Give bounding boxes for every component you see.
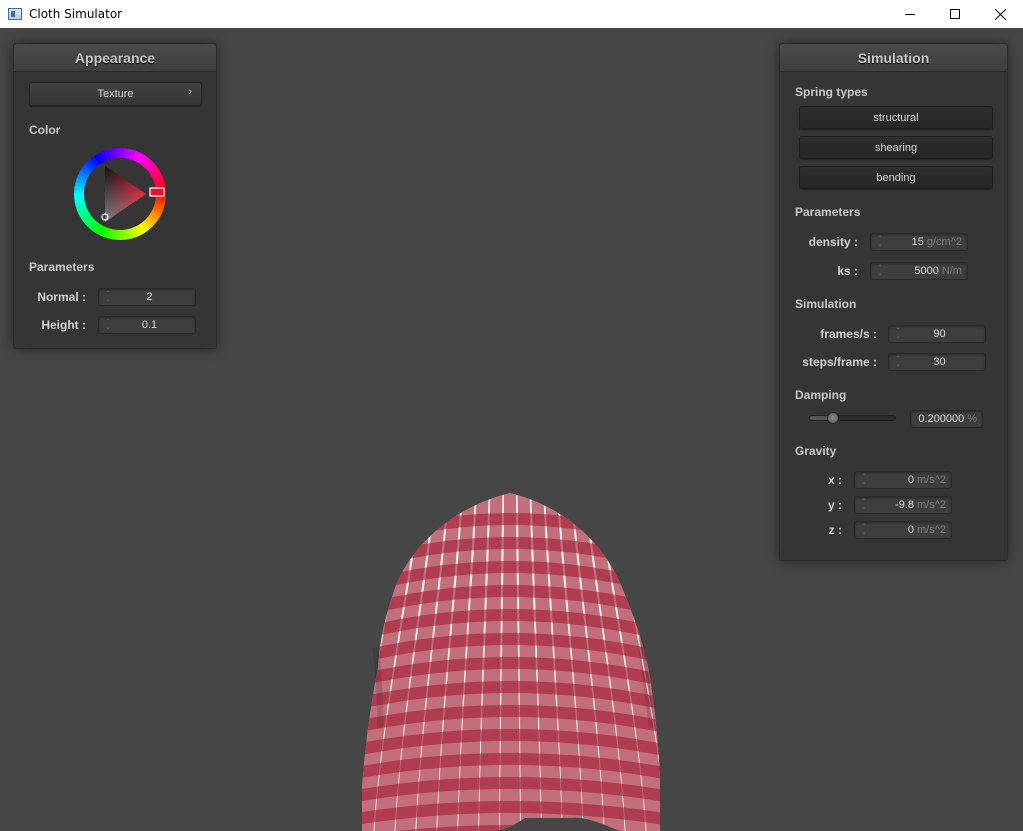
gravity-z-field[interactable]: ⌃ ⌄ 0 m/s^2 [854, 521, 952, 539]
simulation-section-label: Simulation [795, 297, 857, 311]
normal-value: 2 [146, 291, 153, 303]
height-label: Height : [41, 318, 86, 332]
close-button[interactable] [977, 0, 1023, 28]
density-value: 15 [911, 236, 924, 248]
height-value: 0.1 [141, 319, 158, 331]
spinner-icon[interactable]: ⌃ ⌄ [858, 497, 870, 513]
density-unit: g/cm^2 [926, 236, 962, 248]
ks-label: ks : [837, 264, 858, 278]
color-wheel[interactable] [72, 146, 168, 242]
app-window-icon [8, 8, 22, 20]
damping-label: Damping [795, 388, 847, 402]
sim-parameters-label: Parameters [795, 205, 861, 219]
spinner-icon[interactable]: ⌃ ⌄ [892, 354, 904, 370]
spinner-icon[interactable]: ⌃ ⌄ [874, 234, 886, 250]
density-label: density : [808, 235, 858, 249]
gravity-y-unit: m/s^2 [917, 499, 946, 511]
gravity-x-unit: m/s^2 [917, 474, 946, 486]
maximize-icon [950, 9, 960, 19]
title-bar: Cloth Simulator [0, 0, 1023, 28]
damping-unit: % [967, 413, 977, 425]
gravity-y-label: y : [827, 498, 842, 512]
spinner-icon[interactable]: ⌃ ⌄ [858, 522, 870, 538]
spinner-icon[interactable]: ⌃ ⌄ [102, 289, 114, 305]
spinner-icon[interactable]: ⌃ ⌄ [892, 326, 904, 342]
window-title: Cloth Simulator [29, 7, 123, 21]
damping-value: 0.200000 [918, 413, 965, 425]
appearance-panel-header[interactable]: Appearance [14, 44, 216, 72]
texture-button-label: Texture [97, 88, 134, 100]
frames-label: frames/s : [820, 327, 877, 341]
damping-field[interactable]: 0.200000 % [910, 410, 983, 428]
color-label: Color [29, 123, 61, 137]
steps-field[interactable]: ⌃ ⌄ 30 [888, 353, 986, 371]
3d-viewport[interactable]: Appearance Texture › Color Parameters No… [0, 28, 1023, 831]
close-icon [994, 8, 1006, 20]
bending-spring-button[interactable]: bending [799, 166, 993, 189]
structural-spring-button[interactable]: structural [799, 106, 993, 129]
frames-field[interactable]: ⌃ ⌄ 90 [888, 325, 986, 343]
shearing-spring-button[interactable]: shearing [799, 136, 993, 159]
simulation-panel-header[interactable]: Simulation [780, 44, 1007, 72]
gravity-z-unit: m/s^2 [917, 524, 946, 536]
gravity-y-field[interactable]: ⌃ ⌄ -9.8 m/s^2 [854, 496, 952, 514]
spinner-icon[interactable]: ⌃ ⌄ [858, 472, 870, 488]
appearance-parameters-label: Parameters [29, 260, 95, 274]
gravity-z-label: z : [828, 523, 842, 537]
minimize-button[interactable] [887, 0, 933, 28]
maximize-button[interactable] [932, 0, 978, 28]
spinner-icon[interactable]: ⌃ ⌄ [102, 317, 114, 333]
steps-label: steps/frame : [802, 355, 877, 369]
damping-slider-handle[interactable] [827, 412, 839, 424]
normal-field[interactable]: ⌃ ⌄ 2 [98, 288, 196, 306]
gravity-x-value: 0 [907, 474, 914, 486]
density-field[interactable]: ⌃ ⌄ 15 g/cm^2 [870, 233, 968, 251]
texture-button[interactable]: Texture › [29, 82, 202, 106]
bending-label: bending [876, 171, 916, 184]
shearing-label: shearing [874, 141, 918, 154]
gravity-y-value: -9.8 [895, 499, 914, 511]
simulation-panel: Simulation Spring types structural shear… [779, 43, 1008, 561]
ks-field[interactable]: ⌃ ⌄ 5000 N/m [870, 262, 968, 280]
ks-unit: N/m [941, 265, 962, 277]
ks-value: 5000 [914, 265, 939, 277]
chevron-right-icon: › [188, 86, 192, 98]
gravity-x-field[interactable]: ⌃ ⌄ 0 m/s^2 [854, 471, 952, 489]
gravity-z-value: 0 [907, 524, 914, 536]
damping-slider[interactable] [809, 412, 896, 424]
structural-label: structural [873, 111, 919, 124]
minimize-icon [905, 14, 915, 15]
spring-types-label: Spring types [795, 85, 868, 99]
gravity-label: Gravity [795, 444, 837, 458]
gravity-x-label: x : [827, 473, 842, 487]
appearance-panel: Appearance Texture › Color Parameters No… [13, 43, 217, 349]
frames-value: 90 [933, 328, 946, 340]
hue-marker[interactable] [149, 187, 165, 197]
height-field[interactable]: ⌃ ⌄ 0.1 [98, 316, 196, 334]
spinner-icon[interactable]: ⌃ ⌄ [874, 263, 886, 279]
steps-value: 30 [933, 356, 946, 368]
normal-label: Normal : [37, 290, 86, 304]
